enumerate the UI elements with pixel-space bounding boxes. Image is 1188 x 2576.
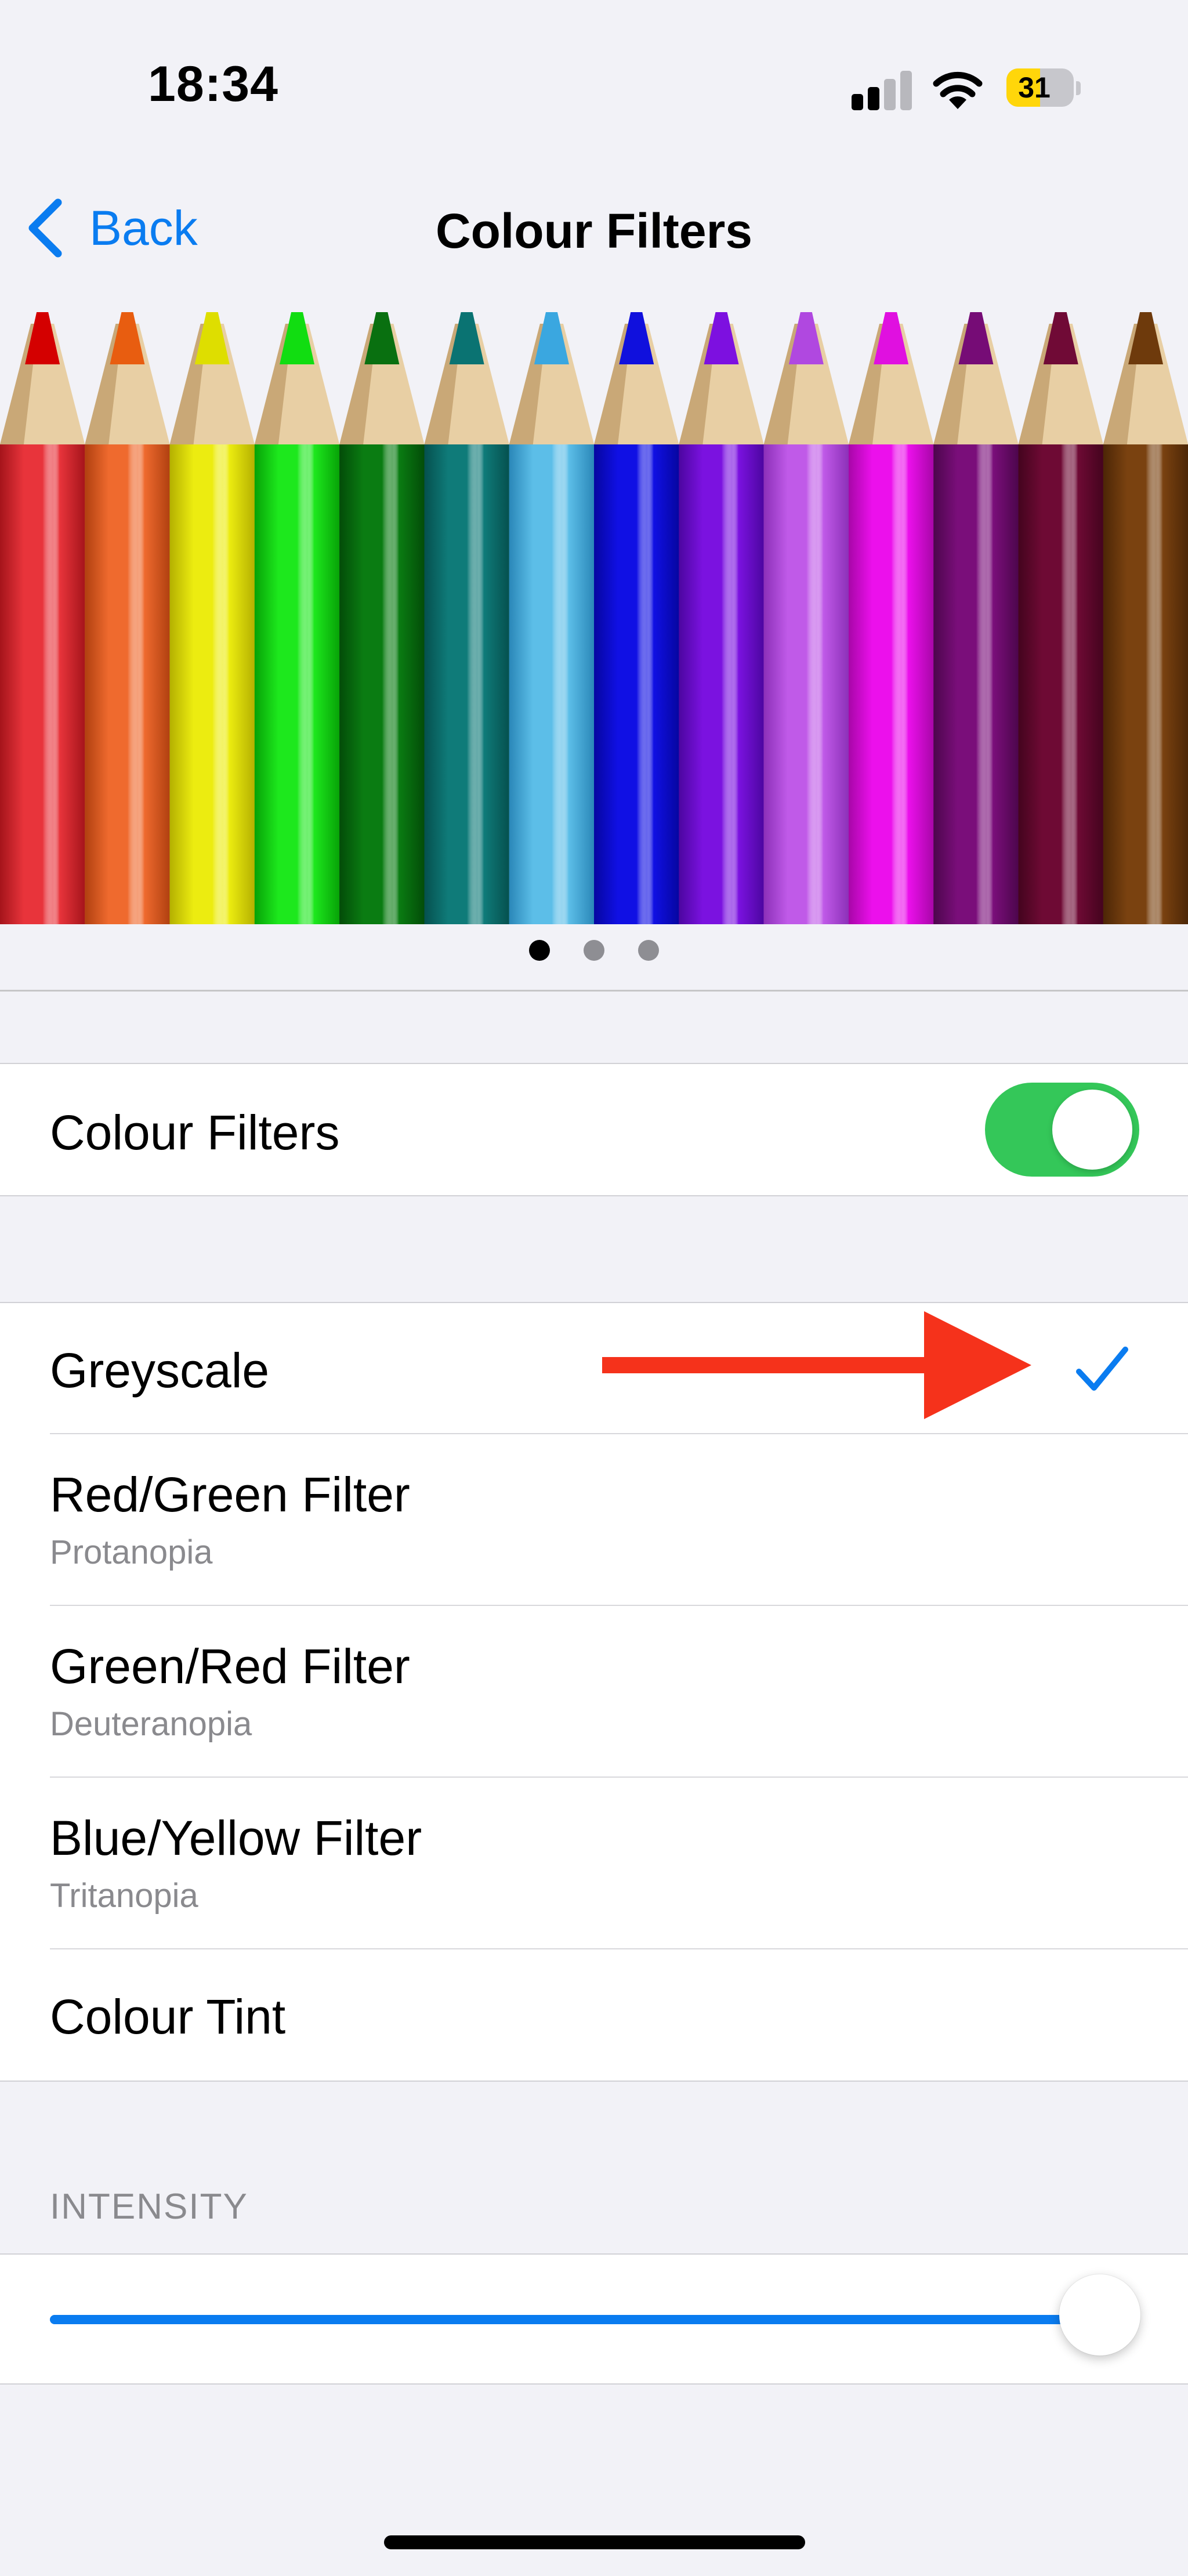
filter-option-label: Greyscale: [50, 1343, 270, 1398]
filter-options-list: Greyscale Red/Green Filter Protanopia Gr…: [0, 1302, 1188, 2082]
page-dot[interactable]: [529, 940, 550, 961]
pencil: [254, 312, 340, 924]
divider: [0, 990, 1188, 992]
filter-option-greyscale[interactable]: Greyscale: [0, 1303, 1188, 1434]
intensity-slider-fill: [50, 2315, 1100, 2324]
signal-icon: [852, 68, 912, 110]
pencil: [679, 312, 765, 924]
intensity-section-header: INTENSITY: [50, 2187, 248, 2227]
colour-pencils-illustration[interactable]: [0, 312, 1188, 924]
filter-option-sublabel: Protanopia: [50, 1533, 213, 1571]
colour-filters-label: Colour Filters: [50, 1105, 340, 1160]
pencil: [169, 312, 255, 924]
intensity-slider-group: [0, 2253, 1188, 2385]
status-time: 18:34: [148, 56, 278, 112]
filter-option-sublabel: Deuteranopia: [50, 1705, 252, 1743]
pencil: [849, 312, 934, 924]
page-title: Colour Filters: [435, 204, 753, 258]
pencil: [424, 312, 510, 924]
pencil: [763, 312, 849, 924]
filter-option-label: Colour Tint: [50, 1989, 286, 2044]
colour-filters-toggle[interactable]: [985, 1083, 1139, 1177]
filter-option-green-red[interactable]: Green/Red Filter Deuteranopia: [0, 1606, 1188, 1778]
pencil: [339, 312, 425, 924]
intensity-slider-track[interactable]: [50, 2315, 1100, 2324]
pencil: [509, 312, 595, 924]
pencil: [933, 312, 1019, 924]
checkmark-icon: [1076, 1347, 1128, 1391]
page-dot[interactable]: [638, 940, 659, 961]
annotation-arrow: [602, 1311, 1031, 1419]
pencil: [594, 312, 679, 924]
pencil: [1018, 312, 1104, 924]
toggle-knob: [1052, 1090, 1132, 1170]
filter-option-label: Green/Red Filter: [50, 1639, 410, 1694]
filter-option-label: Red/Green Filter: [50, 1467, 410, 1522]
battery-icon: 31: [1006, 68, 1081, 107]
wifi-icon: [933, 71, 983, 109]
filter-option-red-green[interactable]: Red/Green Filter Protanopia: [0, 1434, 1188, 1606]
navigation-bar: Back Colour Filters: [0, 168, 1188, 284]
page-indicator[interactable]: [0, 940, 1188, 961]
home-indicator[interactable]: [384, 2535, 805, 2549]
page-dot[interactable]: [584, 940, 604, 961]
intensity-slider-thumb[interactable]: [1059, 2274, 1140, 2356]
filter-option-sublabel: Tritanopia: [50, 1877, 198, 1915]
pencil: [85, 312, 171, 924]
pencil: [1103, 312, 1188, 924]
filter-option-label: Blue/Yellow Filter: [50, 1811, 422, 1865]
colour-filters-row[interactable]: Colour Filters: [0, 1064, 1188, 1195]
status-bar: 18:34 31: [0, 0, 1188, 168]
filter-option-colour-tint[interactable]: Colour Tint: [0, 1949, 1188, 2081]
colour-filters-toggle-group: Colour Filters: [0, 1063, 1188, 1196]
filter-option-blue-yellow[interactable]: Blue/Yellow Filter Tritanopia: [0, 1778, 1188, 1949]
battery-level: 31: [1018, 71, 1051, 104]
pencil: [0, 312, 85, 924]
